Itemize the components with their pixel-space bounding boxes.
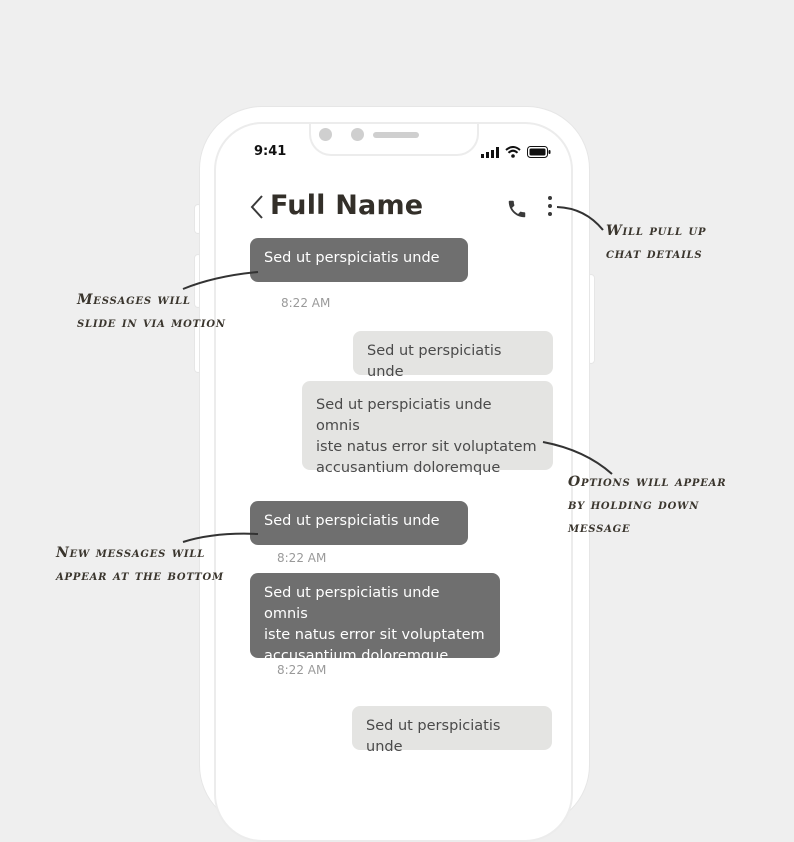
message-bubble-received[interactable]: Sed ut perspiciatis unde	[250, 501, 468, 545]
battery-icon	[527, 146, 551, 158]
contact-name[interactable]: Full Name	[270, 190, 423, 221]
message-timestamp: 8:22 AM	[277, 663, 327, 677]
chevron-left-icon	[250, 195, 263, 219]
phone-icon	[508, 200, 526, 218]
annotation-bottom: New messages will appear at the bottom	[56, 545, 224, 584]
annotation-options: Options will appear by holding down mess…	[568, 474, 727, 536]
speaker-icon	[373, 132, 419, 138]
message-bubble-received[interactable]: Sed ut perspiciatis unde	[250, 238, 468, 282]
message-timestamp: 8:22 AM	[277, 551, 327, 565]
message-bubble-sent[interactable]: Sed ut perspiciatis unde	[352, 706, 552, 755]
message-bubble-sent[interactable]: Sed ut perspiciatis unde omnis iste natu…	[302, 381, 553, 476]
status-icons	[481, 146, 551, 158]
message-bubble-sent[interactable]: Sed ut perspiciatis unde	[353, 331, 553, 380]
more-vertical-icon[interactable]	[546, 196, 554, 220]
sensor-icon	[351, 128, 364, 141]
annotation-chat-details: Will pull up chat details	[606, 223, 707, 262]
message-bubble-received[interactable]: Sed ut perspiciatis unde omnis iste natu…	[250, 573, 500, 664]
camera-icon	[319, 128, 332, 141]
phone-frame: 9:41 Full Name Sed ut perspiciatis unde …	[200, 107, 589, 842]
phone-screen: 9:41 Full Name Sed ut perspiciatis unde …	[214, 122, 573, 842]
status-time: 9:41	[254, 144, 287, 159]
wifi-icon	[505, 146, 521, 158]
message-timestamp: 8:22 AM	[281, 296, 331, 310]
annotation-slide-motion: Messages will slide in via motion	[77, 292, 226, 331]
signal-icon	[481, 146, 499, 158]
back-button[interactable]	[250, 194, 264, 227]
notch	[309, 124, 479, 156]
call-button[interactable]	[506, 198, 528, 224]
